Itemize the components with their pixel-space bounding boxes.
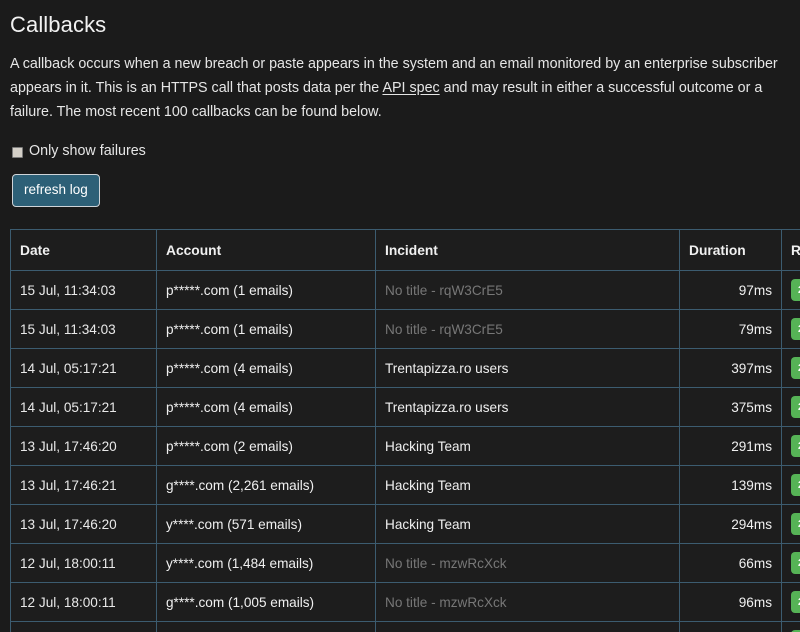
- cell-date: 13 Jul, 17:46:20: [11, 505, 157, 544]
- callbacks-page: Callbacks A callback occurs when a new b…: [0, 0, 800, 632]
- cell-response: 200: [782, 544, 800, 583]
- cell-account: y****.com (571 emails): [157, 505, 376, 544]
- table-header-row: Date Account Incident Duration Response: [11, 230, 800, 271]
- status-badge: 200: [791, 318, 800, 340]
- column-header-duration[interactable]: Duration: [680, 230, 782, 271]
- table-row[interactable]: 12 Jul, 17:47:05g****.com (15 emails)Min…: [11, 622, 800, 632]
- cell-date: 14 Jul, 05:17:21: [11, 349, 157, 388]
- only-show-failures-label[interactable]: Only show failures: [29, 142, 146, 160]
- status-badge: 200: [791, 279, 800, 301]
- status-badge: 200: [791, 513, 800, 535]
- cell-incident: No title - mzwRcXck: [376, 544, 680, 583]
- cell-response: 200: [782, 388, 800, 427]
- cell-incident: No title - mzwRcXck: [376, 583, 680, 622]
- cell-duration: 294ms: [680, 505, 782, 544]
- cell-duration: 291ms: [680, 427, 782, 466]
- table-row[interactable]: 14 Jul, 05:17:21p*****.com (4 emails)Tre…: [11, 349, 800, 388]
- cell-duration: 375ms: [680, 388, 782, 427]
- status-badge: 200: [791, 435, 800, 457]
- cell-duration: 97ms: [680, 622, 782, 632]
- table-row[interactable]: 12 Jul, 18:00:11y****.com (1,484 emails)…: [11, 544, 800, 583]
- cell-incident: Hacking Team: [376, 466, 680, 505]
- cell-date: 15 Jul, 11:34:03: [11, 310, 157, 349]
- status-badge: 200: [791, 552, 800, 574]
- cell-account: p*****.com (4 emails): [157, 349, 376, 388]
- column-header-response[interactable]: Response: [782, 230, 800, 271]
- cell-incident: Hacking Team: [376, 505, 680, 544]
- cell-date: 12 Jul, 18:00:11: [11, 583, 157, 622]
- table-row[interactable]: 13 Jul, 17:46:20p*****.com (2 emails)Hac…: [11, 427, 800, 466]
- cell-response: 200: [782, 466, 800, 505]
- cell-duration: 96ms: [680, 583, 782, 622]
- cell-date: 13 Jul, 17:46:20: [11, 427, 157, 466]
- status-badge: 200: [791, 357, 800, 379]
- cell-duration: 66ms: [680, 544, 782, 583]
- table-row[interactable]: 13 Jul, 17:46:20y****.com (571 emails)Ha…: [11, 505, 800, 544]
- table-body: 15 Jul, 11:34:03p*****.com (1 emails)No …: [11, 271, 800, 632]
- page-title: Callbacks: [10, 12, 790, 38]
- table-row[interactable]: 14 Jul, 05:17:21p*****.com (4 emails)Tre…: [11, 388, 800, 427]
- cell-duration: 79ms: [680, 310, 782, 349]
- cell-duration: 97ms: [680, 271, 782, 310]
- table-row[interactable]: 15 Jul, 11:34:03p*****.com (1 emails)No …: [11, 271, 800, 310]
- cell-account: y****.com (1,484 emails): [157, 544, 376, 583]
- cell-date: 12 Jul, 18:00:11: [11, 544, 157, 583]
- cell-date: 12 Jul, 17:47:05: [11, 622, 157, 632]
- refresh-log-button[interactable]: refresh log: [12, 174, 100, 207]
- cell-date: 13 Jul, 17:46:21: [11, 466, 157, 505]
- cell-incident: No title - rqW3CrE5: [376, 271, 680, 310]
- api-spec-link[interactable]: API spec: [382, 80, 439, 96]
- cell-response: 200: [782, 271, 800, 310]
- cell-account: p*****.com (1 emails): [157, 310, 376, 349]
- cell-duration: 139ms: [680, 466, 782, 505]
- cell-response: 200: [782, 583, 800, 622]
- table-row[interactable]: 12 Jul, 18:00:11g****.com (1,005 emails)…: [11, 583, 800, 622]
- status-badge: 200: [791, 474, 800, 496]
- cell-account: p*****.com (4 emails): [157, 388, 376, 427]
- column-header-incident[interactable]: Incident: [376, 230, 680, 271]
- intro-paragraph: A callback occurs when a new breach or p…: [10, 52, 790, 124]
- callbacks-table: Date Account Incident Duration Response …: [10, 229, 800, 632]
- cell-date: 14 Jul, 05:17:21: [11, 388, 157, 427]
- table-header: Date Account Incident Duration Response: [11, 230, 800, 271]
- cell-response: 200: [782, 349, 800, 388]
- cell-response: 200: [782, 622, 800, 632]
- table-row[interactable]: 13 Jul, 17:46:21g****.com (2,261 emails)…: [11, 466, 800, 505]
- cell-response: 200: [782, 310, 800, 349]
- cell-incident: Hacking Team: [376, 427, 680, 466]
- cell-response: 200: [782, 427, 800, 466]
- cell-account: g****.com (1,005 emails): [157, 583, 376, 622]
- cell-incident: Trentapizza.ro users: [376, 349, 680, 388]
- cell-duration: 397ms: [680, 349, 782, 388]
- cell-incident: Minecraft Account List: [376, 622, 680, 632]
- status-badge: 200: [791, 591, 800, 613]
- table-row[interactable]: 15 Jul, 11:34:03p*****.com (1 emails)No …: [11, 310, 800, 349]
- only-show-failures-row[interactable]: Only show failures: [12, 142, 790, 160]
- cell-account: g****.com (15 emails): [157, 622, 376, 632]
- only-show-failures-checkbox[interactable]: [12, 147, 23, 158]
- cell-response: 200: [782, 505, 800, 544]
- cell-account: p*****.com (1 emails): [157, 271, 376, 310]
- cell-account: p*****.com (2 emails): [157, 427, 376, 466]
- cell-incident: Trentapizza.ro users: [376, 388, 680, 427]
- column-header-account[interactable]: Account: [157, 230, 376, 271]
- column-header-date[interactable]: Date: [11, 230, 157, 271]
- cell-incident: No title - rqW3CrE5: [376, 310, 680, 349]
- status-badge: 200: [791, 396, 800, 418]
- cell-account: g****.com (2,261 emails): [157, 466, 376, 505]
- cell-date: 15 Jul, 11:34:03: [11, 271, 157, 310]
